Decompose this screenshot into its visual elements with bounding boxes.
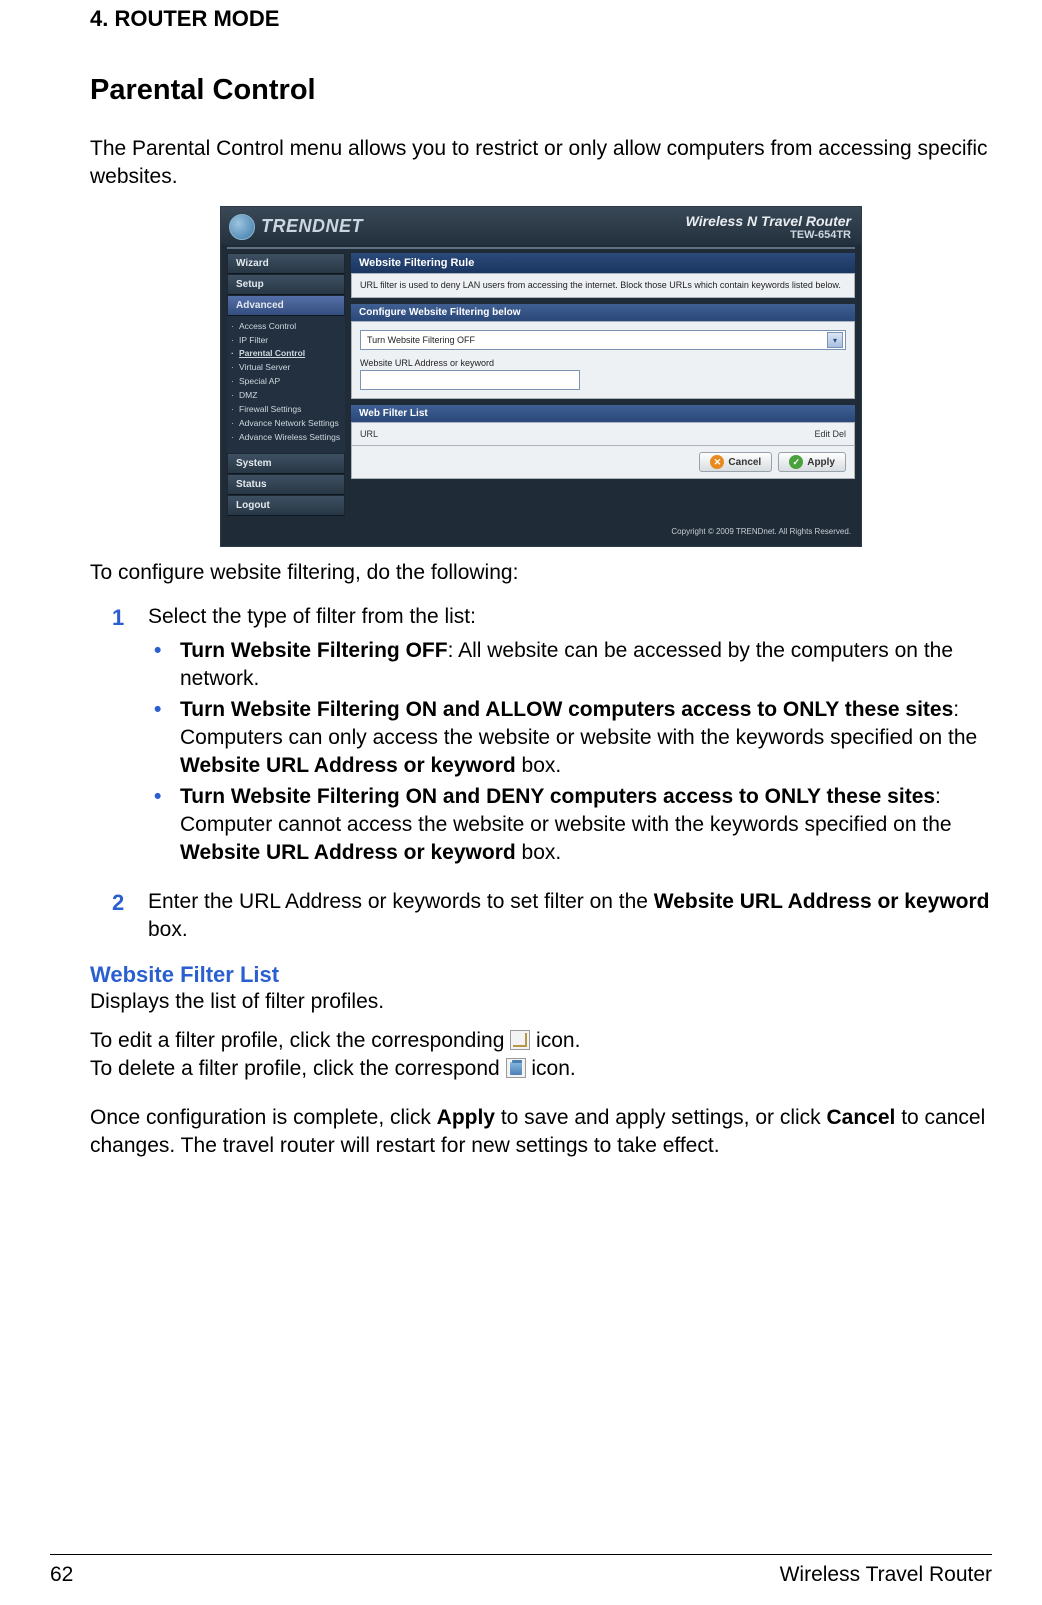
sub-virtual-server[interactable]: Virtual Server [231,361,341,375]
globe-icon [229,214,255,240]
col-del: Del [832,429,846,439]
sub-parental-control[interactable]: Parental Control [231,347,341,361]
nav-logout[interactable]: Logout [227,495,345,516]
bullet-off: • Turn Website Filtering OFF: All websit… [154,637,992,694]
nav-advanced-submenu: Access Control IP Filter Parental Contro… [227,316,345,453]
panel-description-box: URL filter is used to deny LAN users fro… [351,273,855,299]
nav-advanced[interactable]: Advanced [227,295,345,316]
chapter-heading: 4. ROUTER MODE [90,6,992,32]
delete-instruction: To delete a filter profile, click the co… [90,1055,992,1083]
col-edit: Edit [814,429,830,439]
panel-title: Website Filtering Rule [351,253,855,273]
sub-firewall-settings[interactable]: Firewall Settings [231,403,341,417]
sub-ip-filter[interactable]: IP Filter [231,334,341,348]
router-screenshot: TRENDNET Wireless N Travel Router TEW-65… [220,206,862,547]
bullet-mark-icon: • [154,637,180,694]
nav-wizard[interactable]: Wizard [227,253,345,274]
apply-label: Apply [807,457,835,468]
cancel-icon: ✕ [710,455,724,469]
nav-setup[interactable]: Setup [227,274,345,295]
trash-icon [506,1058,526,1078]
sub-access-control[interactable]: Access Control [231,320,341,334]
filter-type-value: Turn Website Filtering OFF [367,335,475,345]
website-filter-list-heading: Website Filter List [90,962,992,988]
header-divider [227,247,855,249]
brand-text: TRENDNET [261,216,363,237]
product-label: Wireless N Travel Router TEW-654TR [686,213,851,241]
copyright-text: Copyright © 2009 TRENDnet. All Rights Re… [221,523,861,546]
cancel-label: Cancel [728,457,761,468]
sub-dmz[interactable]: DMZ [231,389,341,403]
step-2: 2 Enter the URL Address or keywords to s… [112,888,992,945]
sub-adv-wireless[interactable]: Advance Wireless Settings [231,431,341,445]
cancel-button[interactable]: ✕ Cancel [699,452,772,472]
configure-instruction: To configure website filtering, do the f… [90,561,992,585]
footer-title: Wireless Travel Router [780,1563,992,1587]
check-icon: ✓ [789,455,803,469]
sidebar-nav: Wizard Setup Advanced Access Control IP … [227,253,345,517]
section-filterlist-header: Web Filter List [351,405,855,422]
main-panel: Website Filtering Rule URL filter is use… [351,253,855,517]
edit-instruction: To edit a filter profile, click the corr… [90,1027,992,1055]
nav-status[interactable]: Status [227,474,345,495]
section-configure-body: Turn Website Filtering OFF ▾ Website URL… [351,321,855,399]
nav-system[interactable]: System [227,453,345,474]
brand-logo: TRENDNET [229,214,363,240]
chevron-down-icon: ▾ [827,332,843,348]
url-field-label: Website URL Address or keyword [360,358,846,368]
ss-header: TRENDNET Wireless N Travel Router TEW-65… [221,207,861,245]
bullet-mark-icon: • [154,696,180,781]
step-1: 1 Select the type of filter from the lis… [112,603,992,870]
page-number: 62 [50,1563,73,1587]
final-note: Once configuration is complete, click Ap… [90,1104,992,1161]
section-configure-header: Configure Website Filtering below [351,304,855,321]
product-name: Wireless N Travel Router [686,213,851,229]
section-filterlist-body: URL Edit Del [351,422,855,446]
url-keyword-input[interactable] [360,370,580,390]
panel-description: URL filter is used to deny LAN users fro… [360,280,846,292]
website-filter-list-desc: Displays the list of filter profiles. [90,988,992,1016]
section-title: Parental Control [90,74,992,107]
step-1-text: Select the type of filter from the list: [148,603,992,631]
intro-paragraph: The Parental Control menu allows you to … [90,135,992,192]
sub-adv-network[interactable]: Advance Network Settings [231,417,341,431]
bullet-deny: • Turn Website Filtering ON and DENY com… [154,783,992,868]
page-footer: 62 Wireless Travel Router [50,1554,992,1587]
bullet-mark-icon: • [154,783,180,868]
col-url: URL [360,429,378,439]
apply-button[interactable]: ✓ Apply [778,452,846,472]
filter-type-select[interactable]: Turn Website Filtering OFF ▾ [360,330,846,350]
step-2-number: 2 [112,888,148,945]
button-row: ✕ Cancel ✓ Apply [351,446,855,479]
edit-icon [510,1030,530,1050]
product-model: TEW-654TR [686,229,851,241]
bullet-allow: • Turn Website Filtering ON and ALLOW co… [154,696,992,781]
step-1-number: 1 [112,603,148,870]
sub-special-ap[interactable]: Special AP [231,375,341,389]
